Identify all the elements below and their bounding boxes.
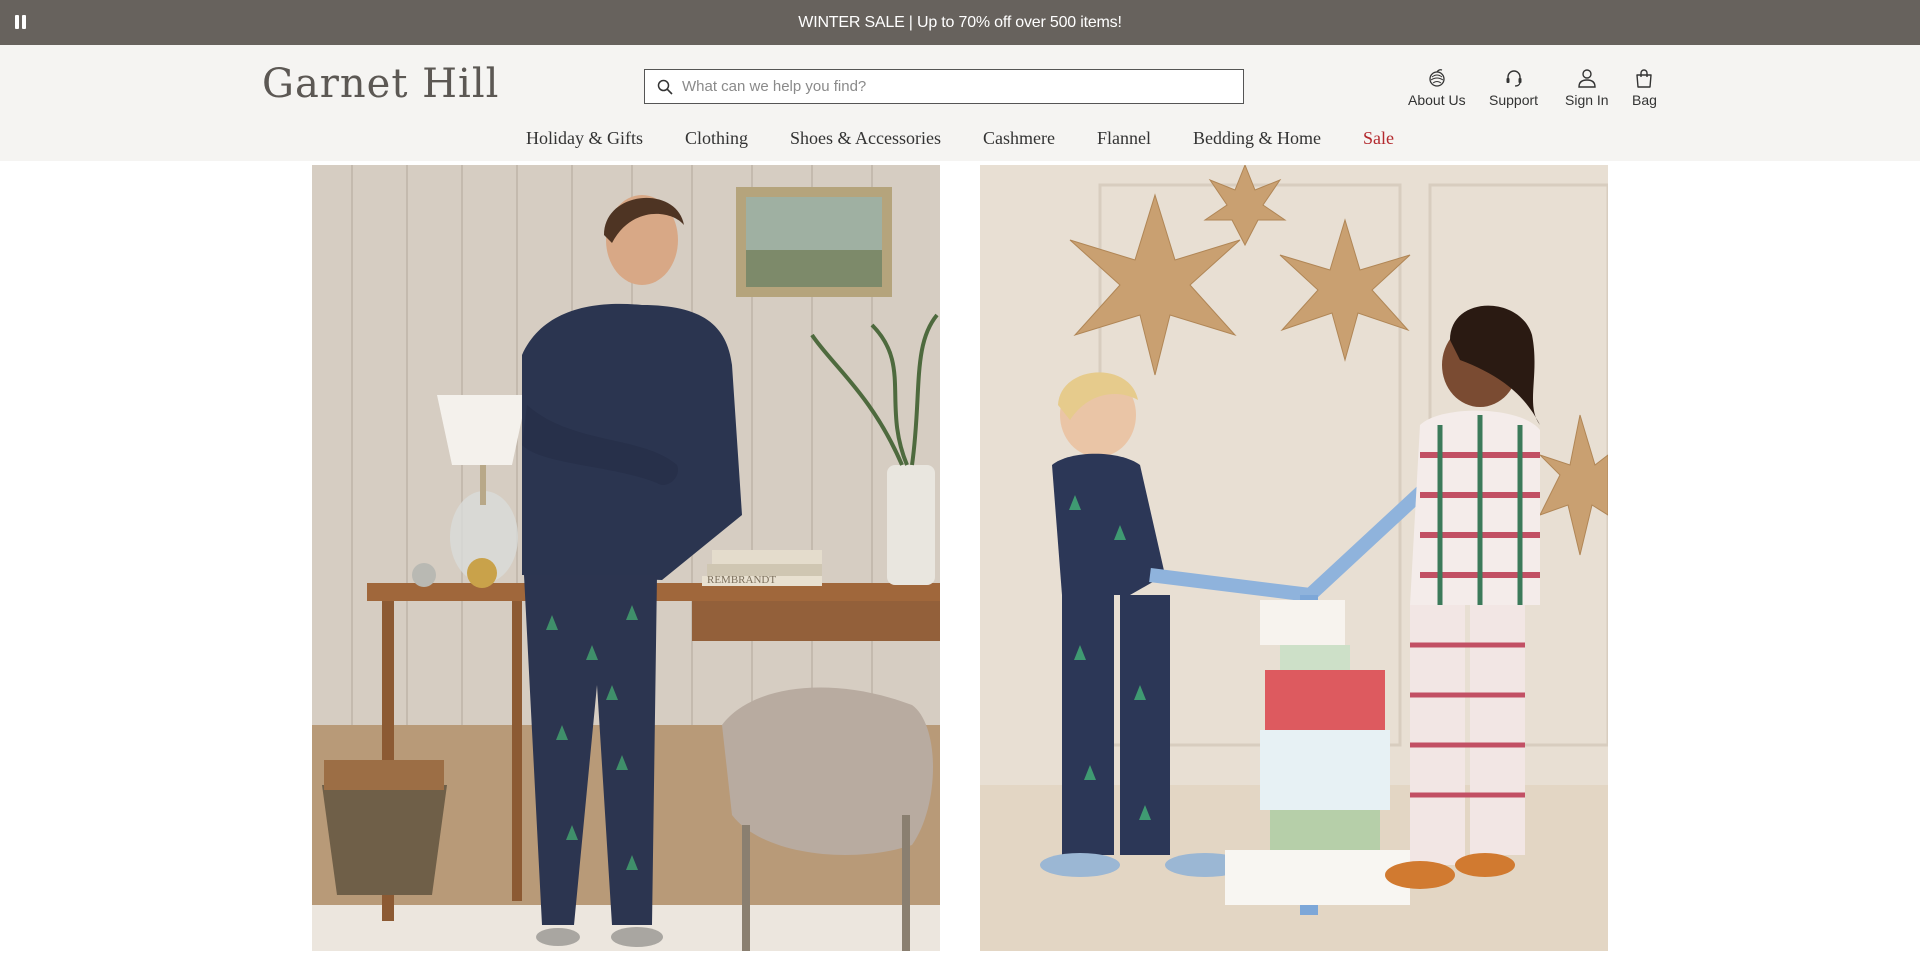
sign-in-link[interactable]: Sign In [1565, 67, 1609, 108]
nav-item-sale[interactable]: Sale [1363, 123, 1394, 153]
main-nav: Holiday & Gifts Clothing Shoes & Accesso… [0, 123, 1920, 153]
site-header: Garnet Hill About Us Support Sign In [0, 45, 1920, 161]
bag-link[interactable]: Bag [1632, 67, 1657, 108]
about-us-link[interactable]: About Us [1408, 67, 1466, 108]
shopping-bag-icon [1636, 69, 1653, 88]
search-icon [657, 79, 673, 95]
hero-image-kids-pajamas[interactable] [980, 165, 1608, 951]
sign-in-label: Sign In [1565, 92, 1609, 108]
bag-label: Bag [1632, 92, 1657, 108]
user-icon [1578, 69, 1596, 88]
promo-text[interactable]: WINTER SALE | Up to 70% off over 500 ite… [798, 14, 1122, 32]
nav-item-clothing[interactable]: Clothing [685, 123, 748, 153]
nav-item-shoes-accessories[interactable]: Shoes & Accessories [790, 123, 941, 153]
pause-icon[interactable] [15, 15, 29, 31]
support-label: Support [1489, 92, 1539, 108]
garnet-logo-icon [1429, 69, 1445, 87]
search-input[interactable] [682, 78, 1222, 95]
nav-item-flannel[interactable]: Flannel [1097, 123, 1151, 153]
nav-item-cashmere[interactable]: Cashmere [983, 123, 1055, 153]
book-spine-text: REMBRANDT [707, 574, 776, 586]
about-us-label: About Us [1408, 92, 1466, 108]
headset-icon [1506, 70, 1522, 87]
nav-item-bedding-home[interactable]: Bedding & Home [1193, 123, 1321, 153]
hero-image-mens-pajamas[interactable]: REMBRANDT [312, 165, 940, 951]
support-link[interactable]: Support [1489, 67, 1538, 108]
promo-bar: WINTER SALE | Up to 70% off over 500 ite… [0, 0, 1920, 45]
search-bar[interactable] [644, 69, 1244, 104]
site-logo[interactable]: Garnet Hill [262, 61, 499, 107]
nav-item-holiday-gifts[interactable]: Holiday & Gifts [526, 123, 643, 153]
